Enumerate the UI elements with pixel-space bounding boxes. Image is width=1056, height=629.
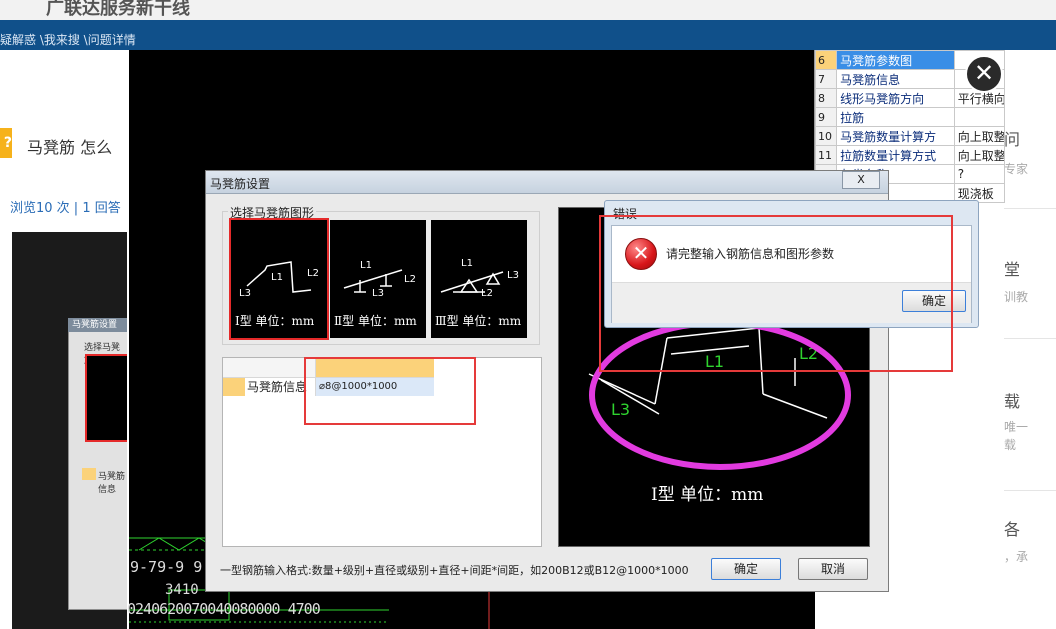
sidebar-item-desc: 载 (1004, 438, 1017, 452)
shape-group-label: 选择马凳筋图形 (228, 204, 317, 221)
property-name[interactable]: 马凳筋信息 (836, 69, 955, 89)
sidebar-item-title[interactable]: 问 (1004, 126, 1020, 150)
property-row[interactable]: 9 拉筋 (814, 107, 1006, 127)
property-value[interactable]: ? (953, 164, 1006, 184)
site-header: 广联达服务新干线 (0, 0, 1056, 20)
row-number: 8 (814, 88, 838, 108)
sidebar-item-desc: 训教 (1004, 290, 1029, 304)
thumbnail-grid-marker (82, 468, 96, 480)
dim-label: L3 (372, 288, 384, 299)
sidebar-item-title[interactable]: 堂 (1004, 256, 1020, 280)
sidebar-item-desc: 专家 (1004, 162, 1029, 176)
cad-label: 3410 (165, 582, 199, 598)
dim-label: L1 (461, 258, 473, 269)
annotation-box-error (599, 215, 953, 372)
divider (1004, 208, 1056, 209)
site-title: 广联达服务新干线 (46, 0, 190, 19)
row-number: 9 (814, 107, 838, 127)
attachment-thumbnail[interactable]: 马凳筋设置 选择马凳筋图形 马凳筋信息 (12, 232, 142, 629)
question-stats: 浏览10 次 | 1 回答 (10, 201, 121, 216)
preview-caption: Ⅰ型 单位：mm (651, 485, 764, 505)
shape-option-type2[interactable]: L1 L2 L3 Ⅱ型 单位：mm (330, 220, 426, 338)
close-icon[interactable]: ✕ (965, 55, 1003, 93)
property-name[interactable]: 马凳筋数量计算方 (836, 126, 955, 146)
dialog-title: 马凳筋设置 (210, 177, 271, 191)
dim-label: L2 (481, 288, 493, 299)
row-number: 6 (814, 50, 838, 70)
right-sidebar: 问 专家 堂 训教 载 唯一 载 各 ，承 (1004, 50, 1056, 629)
shape-caption: Ⅲ型 单位：mm (435, 314, 522, 328)
sidebar-item-title[interactable]: 各 (1004, 516, 1020, 540)
dialog-titlebar[interactable]: 马凳筋设置 X (206, 171, 888, 194)
dialog-close-button[interactable]: X (842, 171, 880, 189)
dim-label: L2 (404, 274, 416, 285)
format-hint: 一型钢筋输入格式:数量+级别+直径或级别+直径+间距*间距，如200B12或B1… (220, 564, 689, 577)
cancel-button[interactable]: 取消 (798, 558, 868, 580)
grid-corner (223, 358, 246, 378)
shape-option-type1[interactable]: L1 L2 L3 Ⅰ型 单位：mm (231, 220, 327, 338)
sidebar-item-desc: ，承 (1004, 550, 1029, 564)
thumbnail-grid-label: 马凳筋信息 (98, 472, 126, 495)
breadcrumb[interactable]: 疑解惑 \我来搜 \问题详情 (0, 31, 136, 48)
shape-caption: Ⅰ型 单位：mm (235, 314, 315, 328)
property-name[interactable]: 线形马凳筋方向 (836, 88, 955, 108)
question-badge: ? (0, 128, 12, 158)
property-name[interactable]: 马凳筋参数图 (836, 50, 955, 70)
cad-label: 0240620070040080000 4700 (127, 600, 321, 618)
property-name[interactable]: 拉筋数量计算方式 (836, 145, 955, 165)
shape-caption: Ⅱ型 单位：mm (334, 314, 417, 328)
sidebar-item-desc: 唯一 (1004, 420, 1029, 434)
cad-label: 9-79-9 9 (130, 558, 203, 576)
property-value[interactable]: 向上取整 (953, 126, 1006, 146)
ok-button[interactable]: 确定 (711, 558, 781, 580)
shape-option-type3[interactable]: L1 L3 L2 Ⅲ型 单位：mm (431, 220, 527, 338)
row-number: 7 (814, 69, 838, 89)
property-row[interactable]: 11 拉筋数量计算方式 向上取整 (814, 145, 1006, 165)
dim-label: L2 (307, 268, 319, 279)
property-value[interactable] (953, 107, 1006, 127)
row-number: 10 (814, 126, 838, 146)
property-value[interactable]: 向上取整 (953, 145, 1006, 165)
property-name[interactable]: 拉筋 (836, 107, 955, 127)
row-number: 11 (814, 145, 838, 165)
nav-bar (0, 20, 1056, 50)
question-title: 马凳筋 怎么 (27, 138, 113, 157)
dim-label: L1 (360, 260, 372, 271)
annotation-box-input (304, 357, 476, 425)
dim-label: L3 (507, 270, 519, 281)
sidebar-item-title[interactable]: 载 (1004, 388, 1020, 412)
property-row[interactable]: 10 马凳筋数量计算方 向上取整 (814, 126, 1006, 146)
divider (1004, 490, 1056, 491)
divider (1004, 338, 1056, 339)
grid-row-marker[interactable] (223, 378, 245, 396)
dim-label: L3 (239, 288, 251, 299)
dim-label: L1 (271, 272, 283, 283)
